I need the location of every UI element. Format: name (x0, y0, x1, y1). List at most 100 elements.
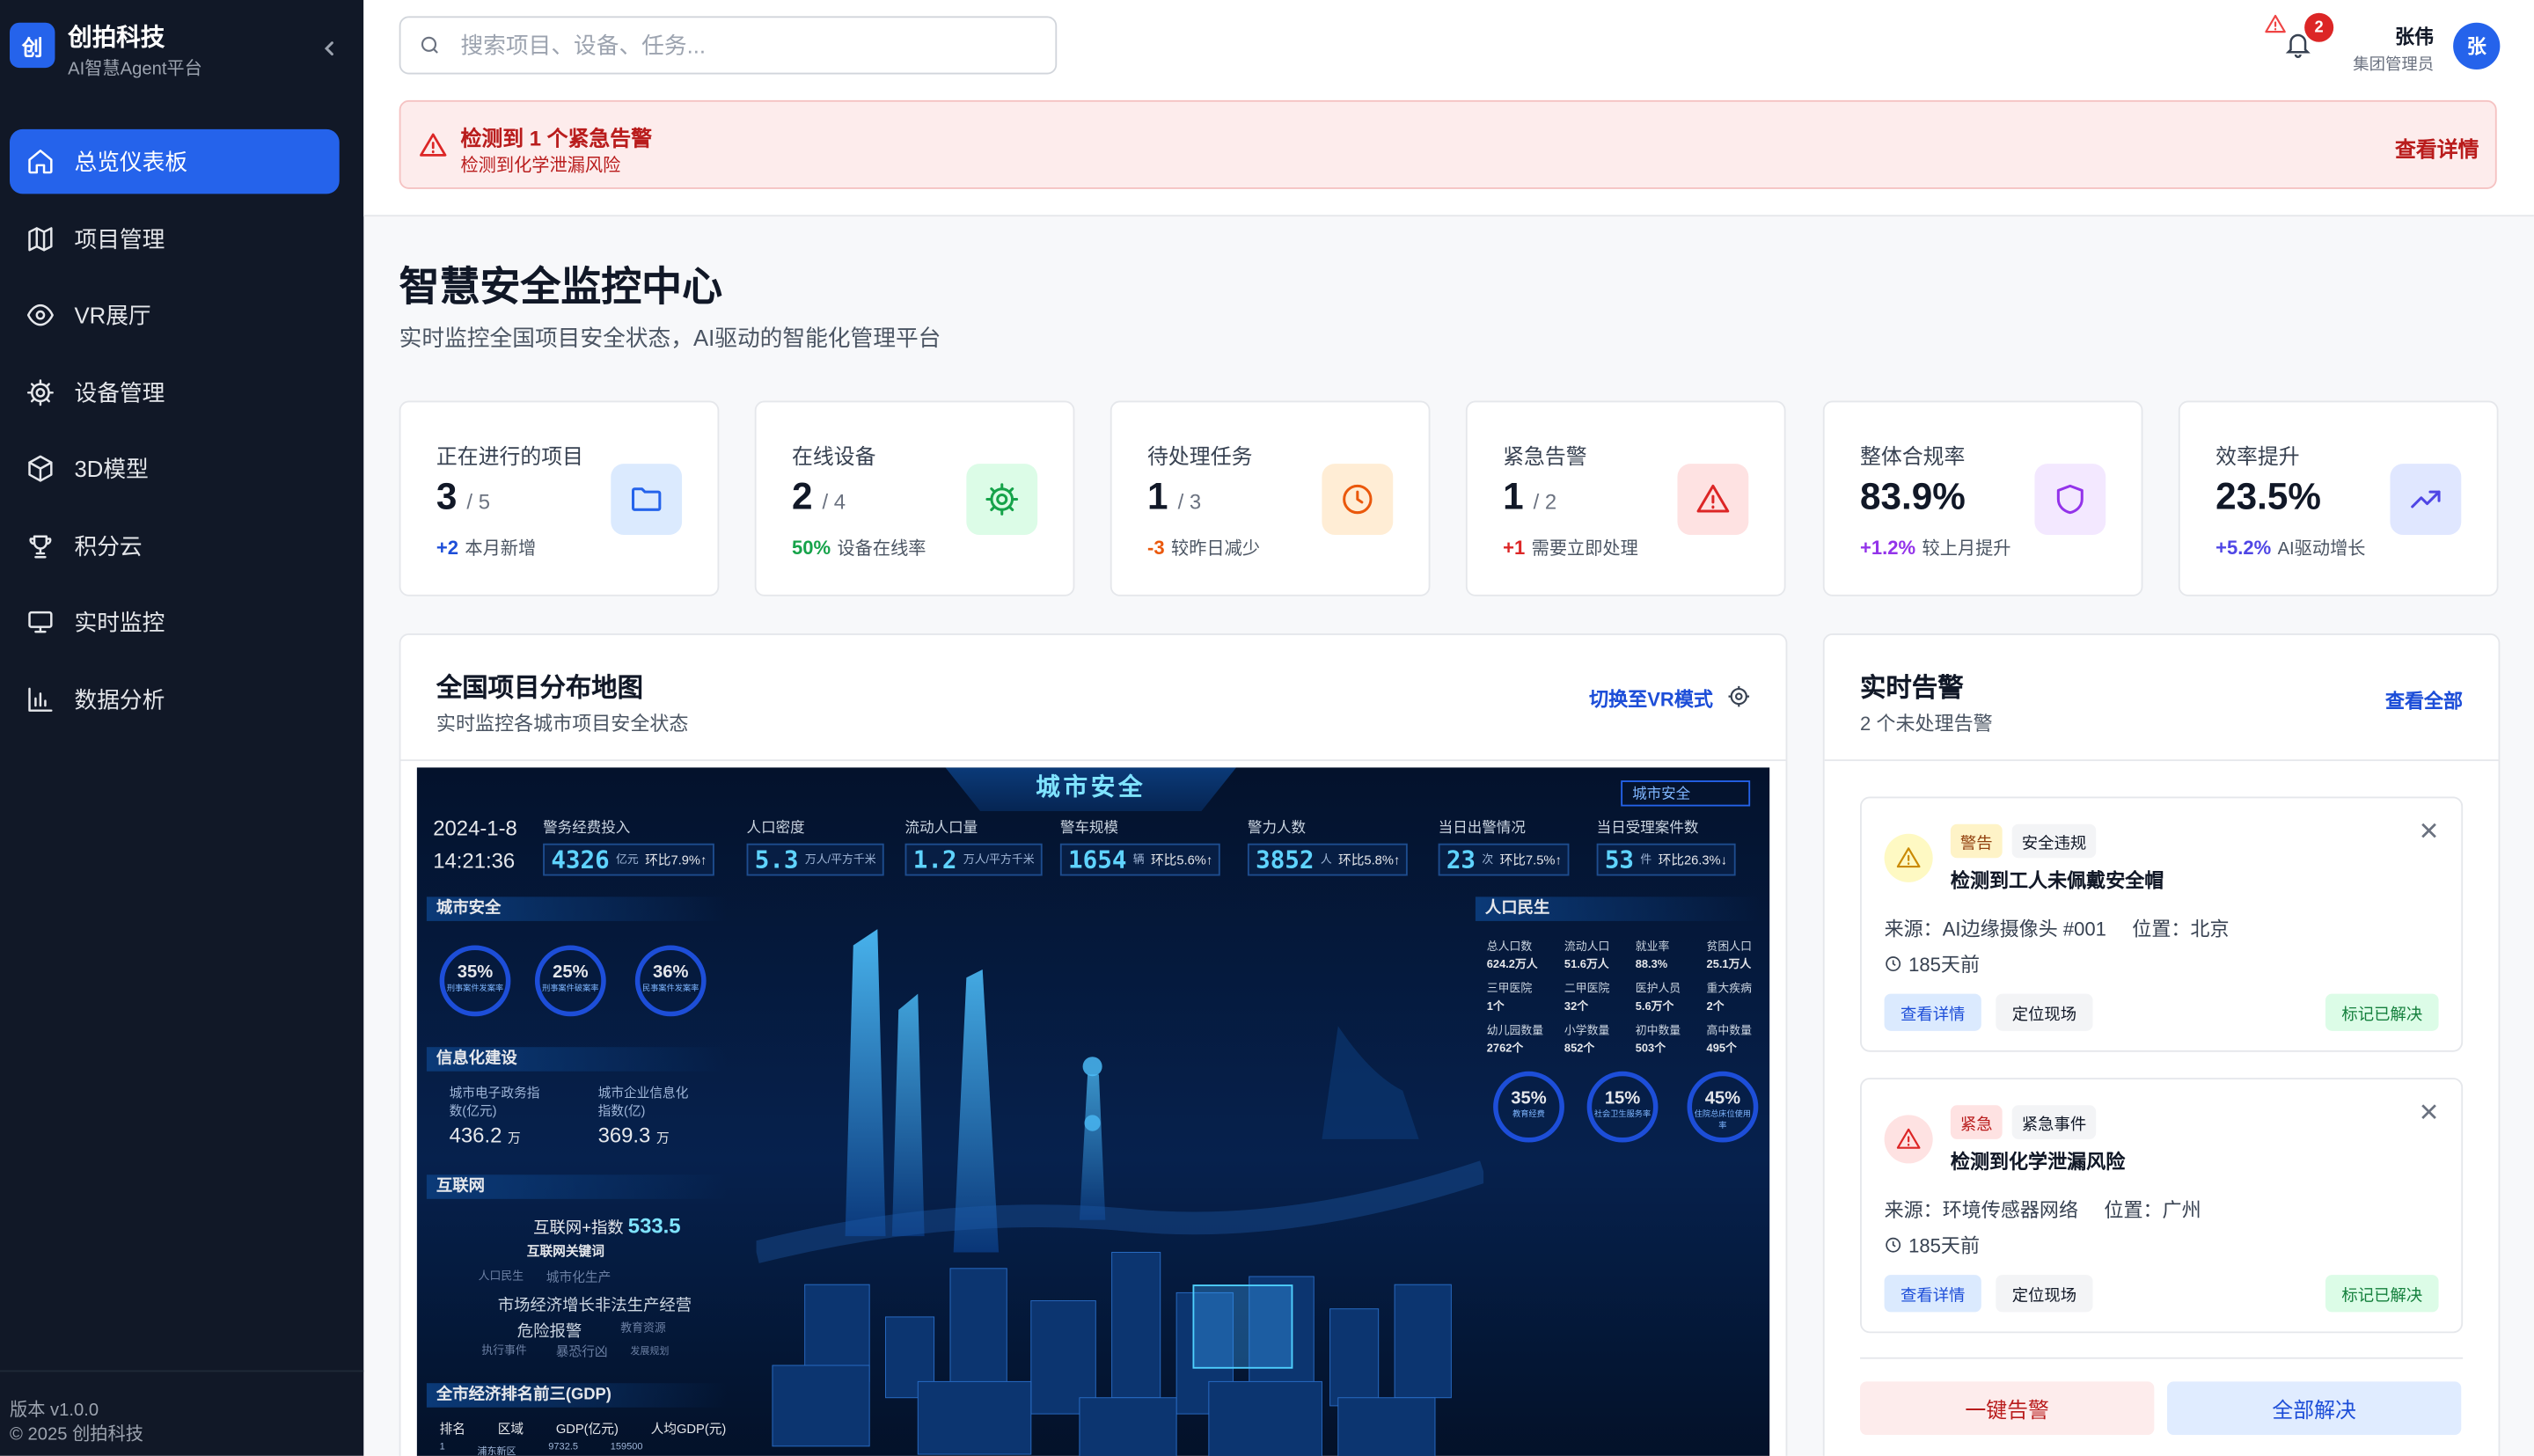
vr-section-title: 人口民生 (1475, 896, 1761, 921)
stat-card-urgent-alerts[interactable]: 紧急告警 1 / 2 +1 需要立即处理 (1465, 400, 1786, 596)
view-details-button[interactable]: 查看详情 (1884, 1275, 1981, 1313)
alert-badges: 紧急 紧急事件 (1950, 1105, 2097, 1139)
vr-population-value: 852个 (1564, 1043, 1595, 1056)
vr-kpi-value: 5.3 (754, 845, 799, 874)
nav-item-points-cloud[interactable]: 积分云 (10, 513, 340, 577)
nav-item-dashboard[interactable]: 总览仪表板 (10, 128, 340, 194)
vr-gauge: 35% 教育经费 (1493, 1071, 1564, 1143)
locate-site-button[interactable]: 定位现场 (1996, 1275, 2093, 1313)
one-click-alarm-button[interactable]: 一键告警 (1860, 1381, 2155, 1435)
trophy-icon (29, 534, 52, 558)
switch-vr-mode-link[interactable]: 切换至VR模式 (1589, 685, 1713, 713)
stat-delta-value: +1 (1503, 536, 1526, 560)
vr-population-value: 25.1万人 (1706, 959, 1752, 971)
nav-item-vr-hall[interactable]: VR展厅 (10, 282, 340, 347)
gear-icon[interactable] (1727, 685, 1750, 708)
alert-meta: 来源：环境传感器网络 位置：广州 (1885, 1196, 2201, 1223)
project-map-card: 全国项目分布地图 实时监控各城市项目安全状态 切换至VR模式 城市安全 城市安全… (399, 633, 1788, 1456)
vr-gdp-header-cell: 区域 (497, 1422, 524, 1437)
city-3d-render (756, 929, 1484, 1456)
cube-icon (28, 455, 53, 482)
vr-keyword: 市场经济增长非法生产经营 (497, 1297, 692, 1316)
nav-item-devices[interactable]: 设备管理 (10, 360, 340, 424)
vr-keyword: 暴恐行凶 (555, 1344, 608, 1359)
vr-kpi-change: 环比7.5%↑ (1499, 852, 1562, 867)
vr-population-cell: 重大疾病 2个 (1707, 981, 1770, 1016)
locate-site-button[interactable]: 定位现场 (1996, 993, 2093, 1031)
vr-population-cell: 小学数量 852个 (1564, 1023, 1629, 1058)
stat-delta: +2 本月新增 (436, 535, 536, 560)
user-role: 集团管理员 (2353, 56, 2435, 75)
stat-delta: +5.2% AI驱动增长 (2215, 535, 2365, 560)
vr-gdp-header-cell: GDP(亿元) (555, 1422, 619, 1437)
close-icon[interactable] (2420, 1102, 2439, 1122)
vr-population-cell: 高中数量 495个 (1707, 1023, 1770, 1058)
vr-view-dropdown[interactable]: 城市安全 (1621, 780, 1751, 807)
shield-icon (2034, 464, 2106, 535)
vr-gauge-value: 35% (457, 962, 494, 983)
vr-population-label: 医护人员 (1635, 984, 1681, 996)
vr-kpi-unit: 辆 (1132, 854, 1145, 867)
vr-kpi: 当日受理案件数 53 件环比26.3%↓ (1596, 816, 1736, 876)
vr-population-label: 高中数量 (1706, 1026, 1752, 1038)
stat-label: 待处理任务 (1147, 444, 1253, 469)
map-card-title: 全国项目分布地图 (436, 675, 644, 703)
view-all-alerts-link[interactable]: 查看全部 (2385, 687, 2463, 714)
vr-population-cell: 二甲医院 32个 (1564, 981, 1629, 1016)
vr-gauge-label: 刑事案件发案率 (446, 984, 504, 994)
alert-time: 185天前 (1885, 1232, 1980, 1259)
vr-kpi-label: 当日出警情况 (1438, 819, 1526, 836)
collapse-sidebar-button[interactable] (317, 35, 342, 61)
alert-banner-details-link[interactable]: 查看详情 (2395, 133, 2479, 164)
stat-delta-text: 较昨日减少 (1171, 539, 1261, 560)
nav-item-projects[interactable]: 项目管理 (10, 206, 340, 270)
search-input[interactable] (457, 30, 1014, 60)
vr-population-cell: 医护人员 5.6万个 (1636, 981, 1700, 1016)
vr-population-label: 小学数量 (1564, 1026, 1610, 1038)
view-details-button[interactable]: 查看详情 (1884, 993, 1981, 1031)
vr-kpi-unit: 次 (1482, 854, 1494, 867)
vr-population-cell: 总人口数 624.2万人 (1487, 939, 1551, 974)
stat-total: / 2 (1533, 489, 1557, 515)
alert-source: 来源：环境传感器网络 (1884, 1198, 2079, 1222)
chevron-left-icon (324, 41, 333, 55)
vr-gauge: 35% 刑事案件发案率 (439, 945, 511, 1017)
home-icon (28, 150, 53, 174)
nav-item-label: 3D模型 (74, 455, 149, 482)
vr-kpi-label: 当日受理案件数 (1596, 819, 1699, 836)
nav-item-data-analysis[interactable]: 数据分析 (10, 667, 340, 731)
stat-card-compliance-rate[interactable]: 整体合规率 83.9% +1.2% 较上月提升 (1822, 400, 2143, 596)
vr-population-value: 5.6万个 (1635, 1001, 1674, 1013)
gear-icon (26, 378, 54, 406)
map-icon (28, 226, 53, 251)
resolve-all-button[interactable]: 全部解决 (2167, 1381, 2462, 1435)
vr-population-value: 624.2万人 (1486, 959, 1538, 971)
mark-resolved-button[interactable]: 标记已解决 (2325, 993, 2439, 1031)
stat-card-online-devices[interactable]: 在线设备 2 / 4 50% 设备在线率 (754, 400, 1075, 596)
stat-card-active-projects[interactable]: 正在进行的项目 3 / 5 +2 本月新增 (399, 400, 720, 596)
nav-item-3d-models[interactable]: 3D模型 (10, 436, 340, 501)
stat-delta-value: +1.2% (1860, 536, 1916, 560)
alarm-location-marker[interactable] (1192, 1284, 1293, 1369)
mark-resolved-button[interactable]: 标记已解决 (2325, 1275, 2439, 1313)
stat-card-pending-tasks[interactable]: 待处理任务 1 / 3 -3 较昨日减少 (1110, 400, 1431, 596)
stat-value-number: 1 (1147, 474, 1168, 517)
stat-card-efficiency[interactable]: 效率提升 23.5% +5.2% AI驱动增长 (2178, 400, 2499, 596)
stat-delta: +1.2% 较上月提升 (1860, 535, 2010, 560)
vr-population-label: 总人口数 (1486, 941, 1533, 954)
vr-info-label: 城市企业信息化指数(亿) (597, 1086, 689, 1118)
copyright-text: © 2025 创拍科技 (10, 1424, 143, 1445)
vr-kpi-unit: 万人/平方千米 (963, 854, 1035, 867)
alert-level-badge: 紧急 (1950, 1105, 2003, 1139)
vr-population-label: 二甲医院 (1564, 984, 1610, 996)
avatar[interactable]: 张 (2453, 22, 2501, 70)
close-icon[interactable] (2420, 821, 2439, 840)
brand-name: 创拍科技 (68, 24, 165, 52)
vr-kpi-change: 环比7.9%↑ (645, 852, 707, 867)
gear-icon (966, 464, 1038, 535)
vr-city-dashboard[interactable]: 城市安全 城市安全 2024-1-8 14:21:36 警务经费投入 4326 亿… (416, 767, 1770, 1456)
nav-item-live-monitor[interactable]: 实时监控 (10, 589, 340, 654)
stat-delta-value: +2 (436, 536, 459, 560)
vr-population-cell: 就业率 88.3% (1636, 939, 1700, 974)
vr-internet-index-label: 互联网+指数 (533, 1219, 624, 1238)
